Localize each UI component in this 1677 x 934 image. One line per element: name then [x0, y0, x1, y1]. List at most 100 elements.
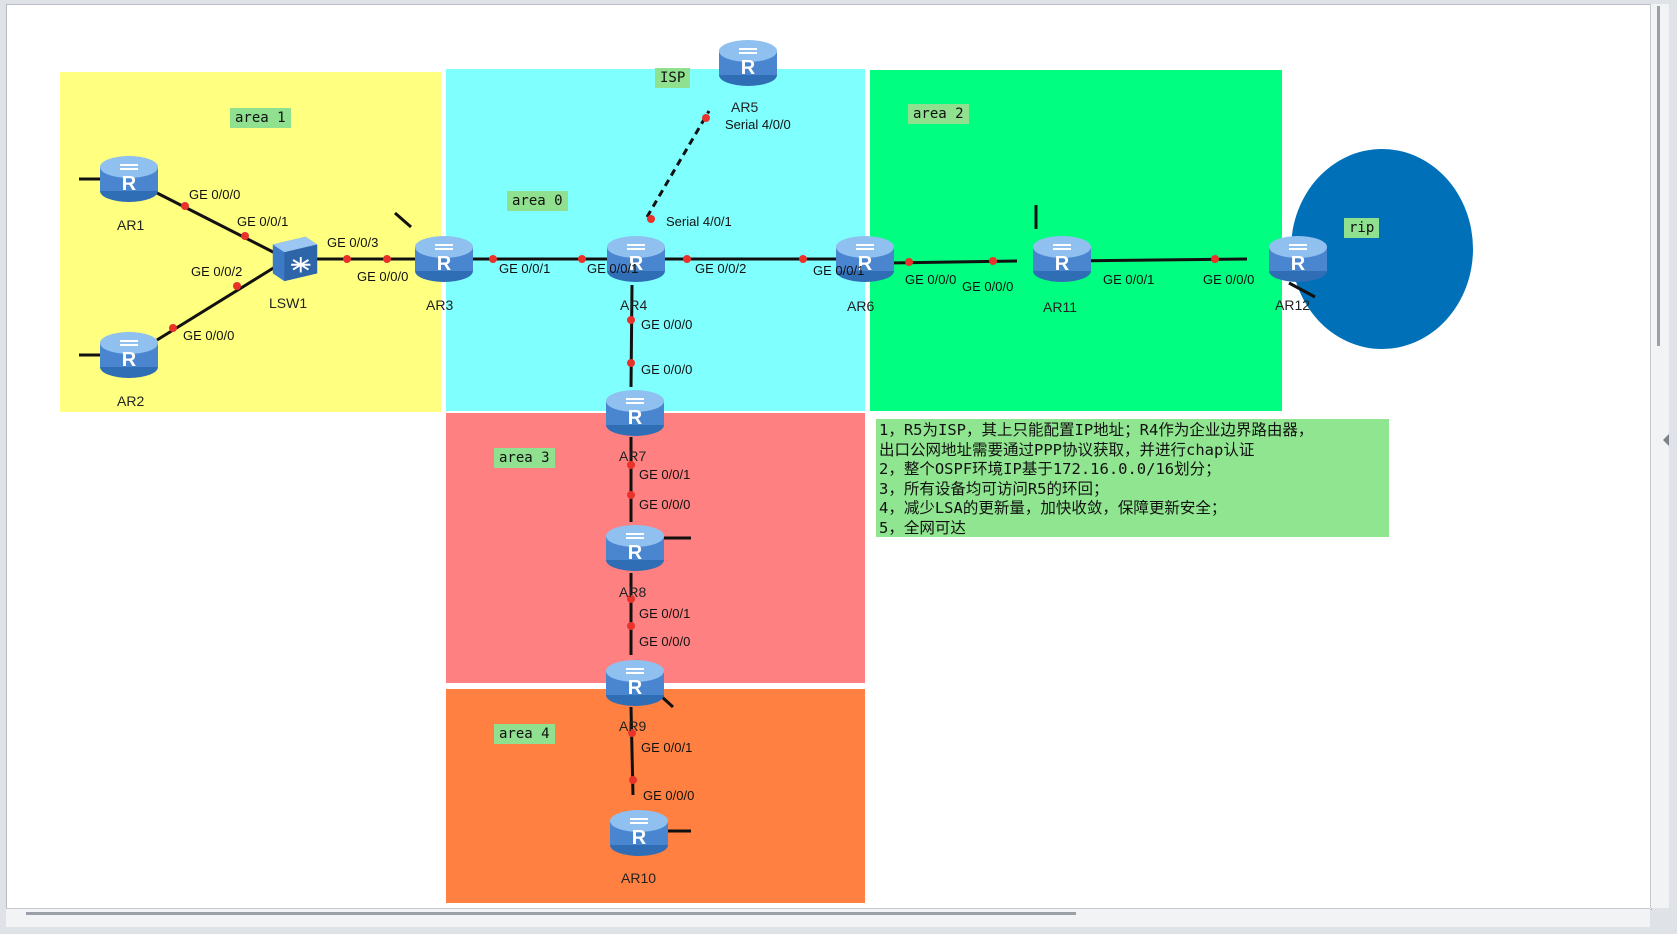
requirement-line: 3，所有设备均可访问R5的环回；	[879, 479, 1109, 498]
router-icon[interactable]: R	[608, 805, 670, 859]
port-dot	[578, 255, 586, 263]
port-dot	[799, 255, 807, 263]
port-label: GE 0/0/0	[643, 788, 695, 803]
svg-text:R: R	[122, 173, 137, 195]
port-dot	[241, 232, 249, 240]
requirements-note: 1，R5为ISP，其上只能配置IP地址；R4作为企业边界路由器， 出口公网地址需…	[876, 419, 1389, 537]
area-3-tag: area 3	[494, 448, 555, 468]
requirement-line: 5，全网可达	[879, 518, 966, 537]
requirement-line: 4，减少LSA的更新量，加快收敛，保障更新安全；	[879, 499, 1227, 517]
port-label: GE 0/0/0	[189, 187, 241, 202]
router-icon[interactable]: R	[413, 231, 475, 285]
router-icon[interactable]: R	[717, 35, 779, 89]
router-icon[interactable]: R	[1267, 231, 1329, 285]
port-label: GE 0/0/0	[962, 279, 1014, 294]
port-dot	[627, 359, 635, 367]
port-dot	[383, 255, 391, 263]
router-icon[interactable]: R	[98, 327, 160, 381]
port-dot	[905, 258, 913, 266]
port-label: GE 0/0/0	[639, 634, 691, 649]
svg-text:R: R	[632, 827, 647, 849]
port-label: GE 0/0/0	[639, 497, 691, 512]
device-label-ar2: AR2	[117, 393, 145, 409]
port-dot	[989, 257, 997, 265]
area-0-tag: area 0	[507, 191, 568, 211]
port-label: GE 0/0/1	[499, 261, 551, 276]
port-label: GE 0/0/3	[327, 235, 379, 250]
port-label: GE 0/0/0	[641, 362, 693, 377]
topology-canvas[interactable]: area 1 area 0 area 2 area 3 area 4 ISP r…	[6, 4, 1652, 910]
svg-text:R: R	[628, 677, 643, 699]
router-icon[interactable]: R	[604, 520, 666, 574]
port-label: GE 0/0/0	[357, 269, 409, 284]
device-label-ar9: AR9	[619, 718, 647, 734]
port-dot	[627, 491, 635, 499]
svg-text:R: R	[437, 253, 452, 275]
links-layer	[79, 110, 1322, 833]
port-label: GE 0/0/0	[183, 328, 235, 343]
horizontal-scroll-thumb[interactable]	[26, 912, 1076, 915]
svg-text:R: R	[1055, 253, 1070, 275]
device-label-ar10: AR10	[621, 870, 657, 886]
port-dot	[683, 255, 691, 263]
requirement-line: 1，R5为ISP，其上只能配置IP地址；R4作为企业边界路由器，	[879, 421, 1314, 439]
svg-text:R: R	[741, 57, 756, 79]
collapse-arrow-icon[interactable]	[1663, 434, 1669, 446]
port-dot	[627, 316, 635, 324]
port-label: GE 0/0/0	[905, 272, 957, 287]
router-icon[interactable]: R	[604, 385, 666, 439]
svg-text:R: R	[1291, 253, 1306, 275]
stub-ar12-b	[1288, 281, 1316, 299]
link-ar4-ar5-serial	[645, 110, 711, 218]
isp-tag: ISP	[655, 68, 691, 88]
area-4-tag: area 4	[494, 724, 555, 744]
svg-text:R: R	[628, 542, 643, 564]
svg-text:R: R	[628, 407, 643, 429]
device-label-ar1: AR1	[117, 217, 145, 233]
vertical-scrollbar[interactable]	[1650, 4, 1669, 908]
port-label: GE 0/0/1	[813, 263, 865, 278]
router-icon[interactable]: R	[98, 151, 160, 205]
port-dot	[169, 324, 177, 332]
device-label-ar5: AR5	[731, 99, 759, 115]
link-ar11-ar12	[1066, 257, 1248, 263]
device-label-ar12: AR12	[1275, 297, 1311, 313]
port-dot	[489, 255, 497, 263]
router-icon[interactable]: R	[604, 655, 666, 709]
port-dot	[629, 776, 637, 784]
device-label-ar7: AR7	[619, 448, 647, 464]
area-1-tag: area 1	[230, 108, 291, 128]
vertical-scroll-thumb[interactable]	[1657, 6, 1660, 346]
port-label: GE 0/0/1	[639, 467, 691, 482]
stub-ar3	[394, 211, 412, 229]
port-dot	[627, 622, 635, 630]
port-label: GE 0/0/1	[237, 214, 289, 229]
port-dot	[1211, 255, 1219, 263]
rip-tag: rip	[1344, 218, 1380, 238]
port-label: Serial 4/0/0	[725, 117, 791, 132]
port-label: GE 0/0/0	[641, 317, 693, 332]
port-label: GE 0/0/2	[695, 261, 747, 276]
port-dot	[343, 255, 351, 263]
port-label: GE 0/0/2	[191, 264, 243, 279]
switch-icon[interactable]	[263, 231, 319, 287]
device-label-ar8: AR8	[619, 584, 647, 600]
router-icon[interactable]: R	[605, 231, 667, 285]
port-label: GE 0/0/1	[641, 740, 693, 755]
port-dot	[647, 215, 655, 223]
area-2-tag: area 2	[908, 104, 969, 124]
device-label-ar6: AR6	[847, 298, 875, 314]
device-label-ar3: AR3	[426, 297, 454, 313]
device-label-ar11: AR11	[1043, 299, 1077, 315]
svg-text:R: R	[122, 349, 137, 371]
port-label: GE 0/0/1	[1103, 272, 1155, 287]
router-icon[interactable]: R	[1031, 231, 1093, 285]
device-label-lsw1: LSW1	[269, 295, 308, 311]
port-dot	[233, 282, 241, 290]
port-label: GE 0/0/0	[1203, 272, 1255, 287]
requirement-line: 出口公网地址需要通过PPP协议获取，并进行chap认证	[879, 440, 1255, 459]
port-label: GE 0/0/1	[639, 606, 691, 621]
requirement-line: 2，整个OSPF环境IP基于172.16.0.0/16划分；	[879, 460, 1221, 478]
port-label: GE 0/0/1	[587, 261, 639, 276]
horizontal-scrollbar[interactable]	[6, 908, 1650, 927]
